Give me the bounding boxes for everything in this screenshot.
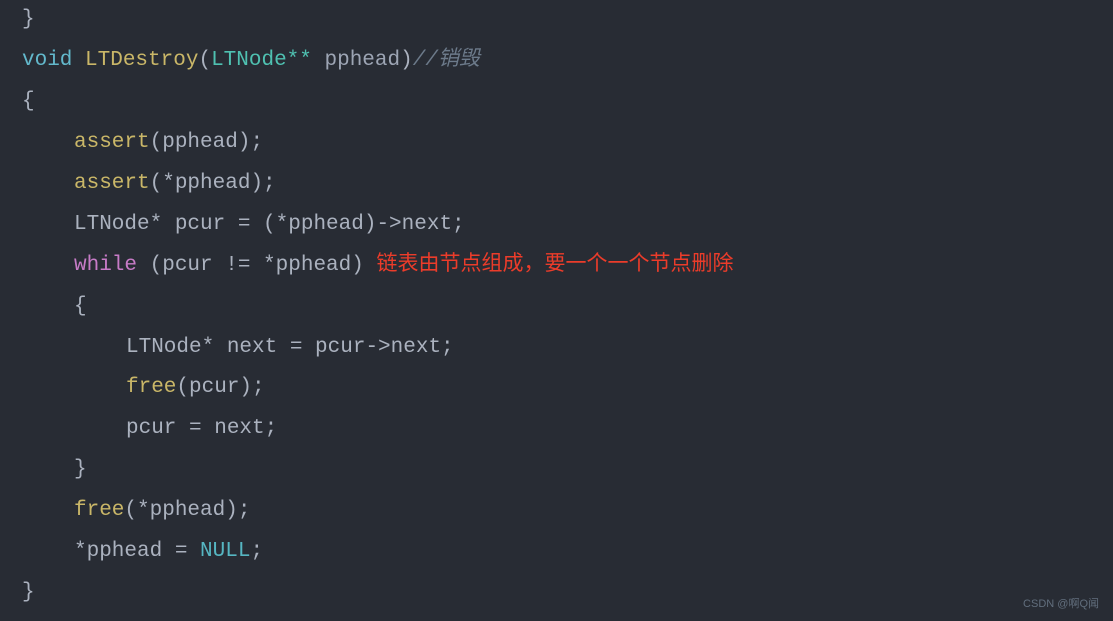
keyword-while: while bbox=[74, 254, 137, 277]
declaration: LTNode* next = pcur->next; bbox=[126, 336, 454, 359]
keyword-void: void bbox=[22, 49, 72, 72]
type-name: LTNode** bbox=[211, 49, 324, 72]
code-line: *pphead = NULL; bbox=[22, 532, 1091, 573]
code-line: assert(*pphead); bbox=[22, 164, 1091, 205]
args: (pcur); bbox=[176, 376, 264, 399]
comment: //销毁 bbox=[413, 49, 480, 72]
brace: { bbox=[22, 90, 35, 113]
condition: (pcur != *pphead) bbox=[137, 254, 364, 277]
args: (*pphead); bbox=[150, 172, 276, 195]
code-line: LTNode* next = pcur->next; bbox=[22, 328, 1091, 369]
declaration: LTNode* pcur = (*pphead)->next; bbox=[74, 213, 465, 236]
keyword-free: free bbox=[74, 499, 124, 522]
args: (pphead); bbox=[150, 131, 263, 154]
code-line: { bbox=[22, 287, 1091, 328]
brace: } bbox=[74, 458, 87, 481]
code-line: void LTDestroy(LTNode** pphead)//销毁 bbox=[22, 41, 1091, 82]
code-line: LTNode* pcur = (*pphead)->next; bbox=[22, 205, 1091, 246]
null-literal: NULL bbox=[200, 540, 250, 563]
keyword-assert: assert bbox=[74, 172, 150, 195]
paren: ) bbox=[400, 49, 413, 72]
brace: } bbox=[22, 8, 35, 31]
keyword-assert: assert bbox=[74, 131, 150, 154]
code-line: } bbox=[22, 450, 1091, 491]
assignment: pcur = next; bbox=[126, 417, 277, 440]
code-line: free(pcur); bbox=[22, 368, 1091, 409]
brace: { bbox=[74, 295, 87, 318]
semicolon: ; bbox=[250, 540, 263, 563]
annotation-note: 链表由节点组成，要一个一个节点删除 bbox=[364, 254, 734, 277]
assignment-pre: *pphead = bbox=[74, 540, 200, 563]
code-line: pcur = next; bbox=[22, 409, 1091, 450]
code-line: { bbox=[22, 82, 1091, 123]
function-name: LTDestroy bbox=[72, 49, 198, 72]
code-line: assert(pphead); bbox=[22, 123, 1091, 164]
brace: } bbox=[22, 581, 35, 604]
watermark: CSDN @啊Q闻 bbox=[1023, 594, 1099, 615]
code-line: } bbox=[22, 0, 1091, 41]
code-line: free(*pphead); bbox=[22, 491, 1091, 532]
code-line: } bbox=[22, 573, 1091, 614]
code-line: while (pcur != *pphead) 链表由节点组成，要一个一个节点删… bbox=[22, 246, 1091, 287]
code-block: } void LTDestroy(LTNode** pphead)//销毁 { … bbox=[0, 0, 1113, 614]
keyword-free: free bbox=[126, 376, 176, 399]
param-name: pphead bbox=[324, 49, 400, 72]
args: (*pphead); bbox=[124, 499, 250, 522]
paren: ( bbox=[198, 49, 211, 72]
